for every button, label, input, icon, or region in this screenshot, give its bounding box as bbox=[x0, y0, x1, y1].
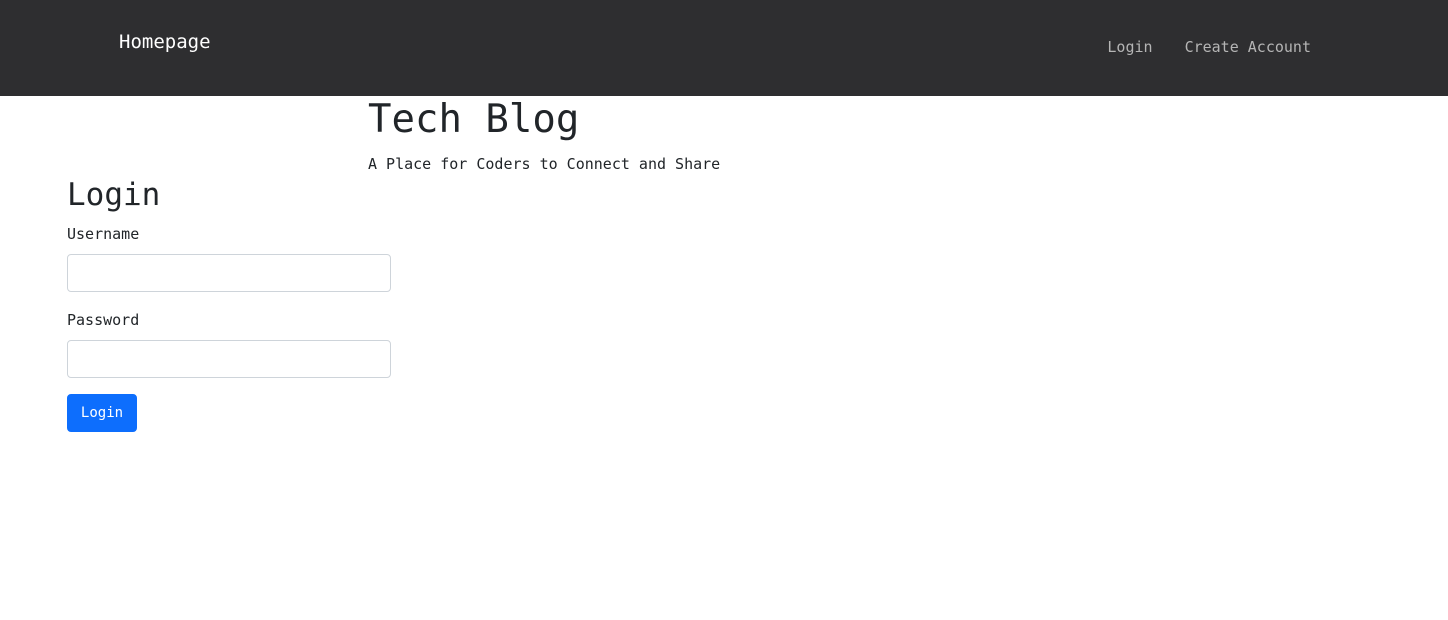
page-title: Tech Blog bbox=[368, 97, 580, 142]
nav-login-link[interactable]: Login bbox=[1107, 38, 1152, 56]
login-button[interactable]: Login bbox=[67, 394, 137, 432]
username-input[interactable] bbox=[67, 254, 391, 292]
username-label: Username bbox=[67, 225, 140, 243]
homepage-brand-link[interactable]: Homepage bbox=[119, 31, 211, 53]
top-navbar: Homepage Login Create Account bbox=[0, 0, 1448, 96]
login-heading: Login bbox=[67, 177, 161, 213]
password-input[interactable] bbox=[67, 340, 391, 378]
login-form: Login Username Password Login bbox=[67, 176, 391, 432]
nav-links: Login Create Account bbox=[1107, 38, 1311, 56]
hero: Tech Blog A Place for Coders to Connect … bbox=[368, 98, 720, 174]
password-label: Password bbox=[67, 311, 140, 329]
nav-create-account-link[interactable]: Create Account bbox=[1185, 38, 1311, 56]
page-subtitle: A Place for Coders to Connect and Share bbox=[368, 155, 721, 173]
